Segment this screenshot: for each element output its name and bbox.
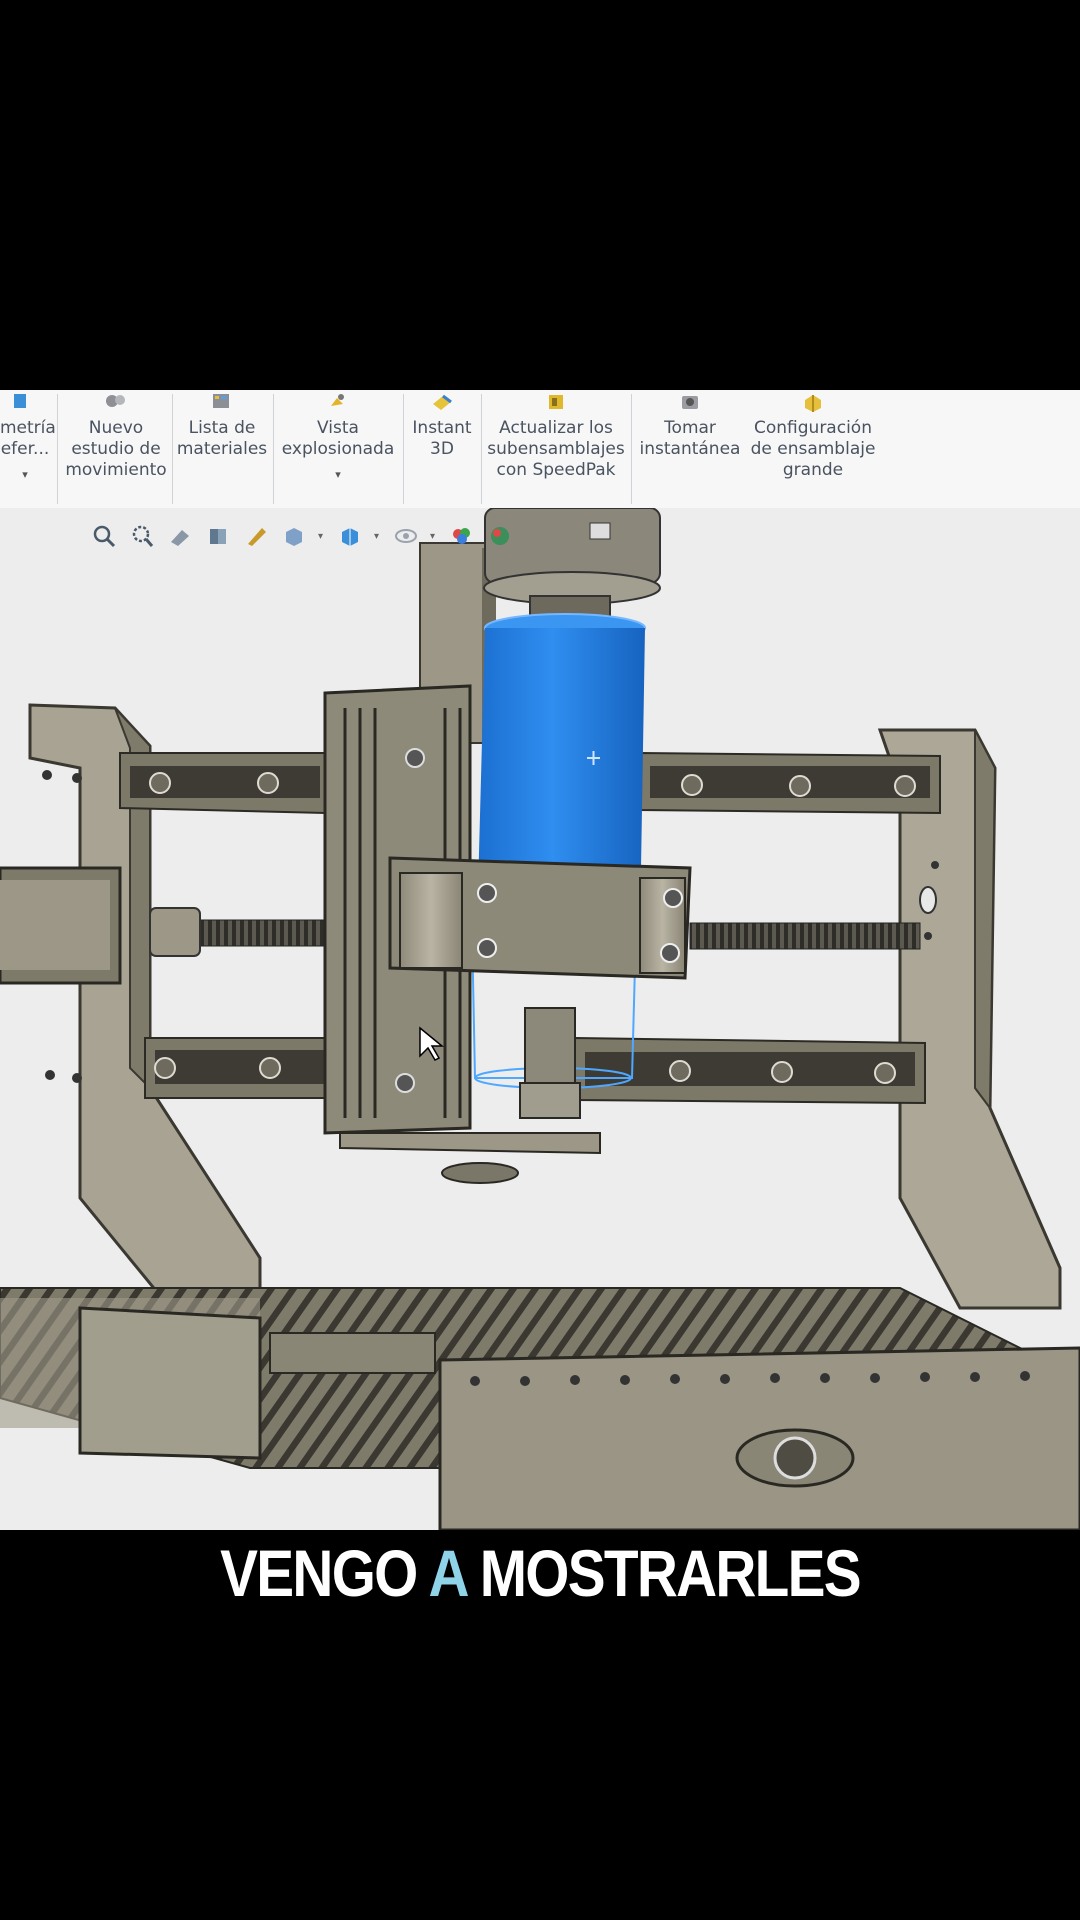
- ribbon-reference-geometry-button[interactable]: metría efer... ▾: [0, 390, 56, 508]
- ribbon-label: Instant 3D: [412, 418, 472, 459]
- edit-appearance-icon[interactable]: [448, 522, 476, 550]
- previous-view-icon[interactable]: [166, 522, 194, 550]
- motion-study-icon: [106, 395, 125, 407]
- ribbon-speedpak-button[interactable]: Actualizar los subensamblajes con SpeedP…: [484, 390, 628, 508]
- ribbon-label: Configuración de ensamblaje grande: [750, 418, 876, 480]
- ribbon-large-assembly-button[interactable]: Configuración de ensamblaje grande: [748, 390, 878, 508]
- ribbon-bill-of-materials-button[interactable]: Lista de materiales: [174, 390, 270, 508]
- hide-show-items-icon[interactable]: [392, 522, 420, 550]
- ribbon-instant3d-button[interactable]: Instant 3D: [406, 390, 478, 508]
- ribbon-label: Lista de materiales: [176, 418, 268, 459]
- ribbon-exploded-view-button[interactable]: Vista explosionada ▾: [276, 390, 400, 508]
- cad-window: metría efer... ▾ Nuevo estudio de movimi…: [0, 390, 1080, 1530]
- zoom-area-icon[interactable]: [128, 522, 156, 550]
- speedpak-icon: [549, 395, 563, 409]
- exploded-view-icon: [331, 394, 344, 406]
- assembly-viewport[interactable]: [0, 508, 1080, 1530]
- view-orientation-icon[interactable]: [280, 522, 308, 550]
- bill-of-materials-icon: [213, 394, 229, 408]
- front-plate: [438, 1346, 1080, 1530]
- heads-up-view-toolbar: ▾ ▾ ▾: [90, 518, 514, 554]
- ribbon-divider: [57, 394, 58, 504]
- section-view-icon[interactable]: [204, 522, 232, 550]
- ribbon-label: metría efer...: [0, 418, 56, 459]
- ribbon-divider: [631, 394, 632, 504]
- instant3d-icon: [433, 394, 452, 410]
- assembly-ribbon: metría efer... ▾ Nuevo estudio de movimi…: [0, 390, 1080, 510]
- geometry-icon: [14, 394, 26, 408]
- ribbon-label: Tomar instantánea: [639, 418, 741, 459]
- display-style-icon[interactable]: [336, 522, 364, 550]
- ribbon-label: Vista explosionada: [281, 418, 395, 459]
- caption-word: VENGO: [220, 1536, 418, 1610]
- ribbon-label: Actualizar los subensamblajes con SpeedP…: [487, 418, 625, 480]
- dynamic-annotation-icon[interactable]: [242, 522, 270, 550]
- ribbon-divider: [273, 394, 274, 504]
- chevron-down-icon[interactable]: ▾: [318, 531, 326, 542]
- zoom-to-fit-icon[interactable]: [90, 522, 118, 550]
- ribbon-label: Nuevo estudio de movimiento: [65, 418, 167, 480]
- chevron-down-icon[interactable]: ▾: [0, 464, 50, 485]
- caption: VENGO A MOSTRARLES: [76, 1535, 1005, 1611]
- caption-word: MOSTRARLES: [479, 1536, 862, 1610]
- ribbon-divider: [403, 394, 404, 504]
- ribbon-new-motion-study-button[interactable]: Nuevo estudio de movimiento: [62, 390, 170, 508]
- apply-scene-icon[interactable]: [486, 522, 514, 550]
- chevron-down-icon[interactable]: ▾: [276, 464, 400, 485]
- large-assembly-icon: [805, 395, 821, 412]
- caption-word-highlight: A: [428, 1536, 468, 1610]
- spindle-clamp: [388, 856, 692, 980]
- chevron-down-icon[interactable]: ▾: [374, 531, 382, 542]
- snapshot-icon: [682, 396, 698, 409]
- ribbon-snapshot-button[interactable]: Tomar instantánea: [634, 390, 746, 508]
- ribbon-divider: [172, 394, 173, 504]
- stepper-motor: [0, 866, 122, 985]
- chevron-down-icon[interactable]: ▾: [430, 531, 438, 542]
- ribbon-divider: [481, 394, 482, 504]
